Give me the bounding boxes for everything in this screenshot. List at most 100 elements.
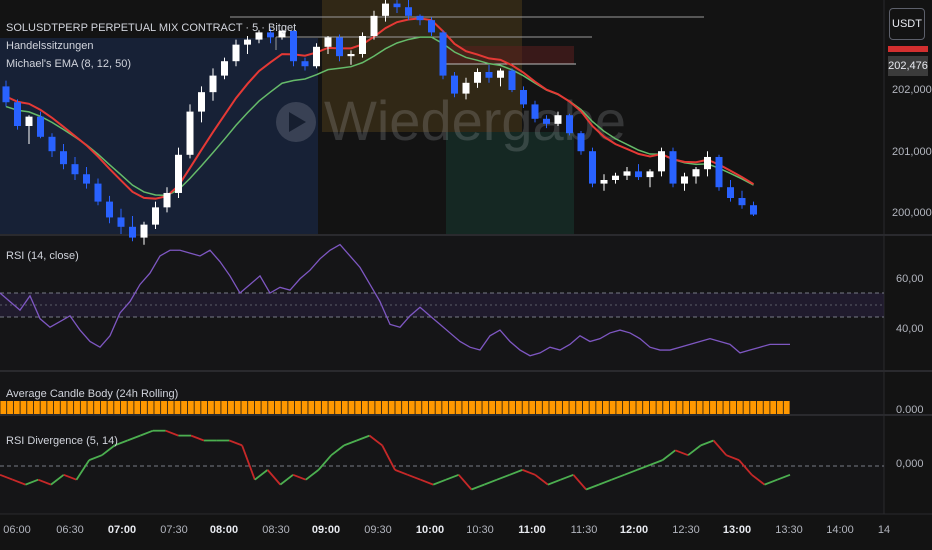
time-label: 06:30 bbox=[56, 524, 84, 536]
acb-bar bbox=[723, 401, 730, 414]
acb-bar bbox=[415, 401, 422, 414]
rsi-tick-60: 60,00 bbox=[896, 273, 924, 285]
acb-bar bbox=[47, 401, 54, 414]
acb-bar bbox=[689, 401, 696, 414]
acb-bar bbox=[455, 401, 462, 414]
acb-bar bbox=[569, 401, 576, 414]
acb-bar bbox=[181, 401, 188, 414]
acb-bar bbox=[542, 401, 549, 414]
candle-body bbox=[393, 3, 401, 8]
acb-bar bbox=[589, 401, 596, 414]
candle-body bbox=[290, 30, 297, 62]
time-label: 09:00 bbox=[311, 524, 341, 536]
candle-body bbox=[186, 111, 194, 155]
candle bbox=[451, 72, 458, 98]
candle-body bbox=[692, 169, 700, 177]
acb-bar bbox=[248, 401, 255, 414]
acb-bar bbox=[475, 401, 482, 414]
rsi-title[interactable]: RSI (14, close) bbox=[6, 250, 79, 262]
price-tick-2: 201,000 bbox=[892, 146, 932, 158]
acb-bar bbox=[716, 401, 723, 414]
acb-bar bbox=[669, 401, 676, 414]
candle-body bbox=[439, 32, 447, 76]
acb-bar bbox=[261, 401, 268, 414]
acb-bar bbox=[375, 401, 382, 414]
candle-body bbox=[566, 115, 573, 134]
acb-bar bbox=[636, 401, 643, 414]
candle-body bbox=[301, 61, 309, 67]
candle-body bbox=[600, 180, 608, 184]
acb-bar bbox=[663, 401, 670, 414]
acb-bar bbox=[120, 401, 127, 414]
acb-bar bbox=[80, 401, 87, 414]
indicator-ema-label[interactable]: Michael's EMA (8, 12, 50) bbox=[6, 58, 131, 70]
acb-bar bbox=[448, 401, 455, 414]
acb-bar bbox=[301, 401, 308, 414]
candle bbox=[669, 147, 677, 188]
candle-body bbox=[497, 70, 504, 78]
candle-body bbox=[370, 15, 378, 36]
acb-bar bbox=[33, 401, 40, 414]
candle bbox=[359, 32, 366, 58]
time-label: 07:00 bbox=[107, 524, 137, 536]
candle bbox=[14, 99, 21, 130]
currency-button[interactable]: USDT bbox=[889, 8, 925, 40]
candle-body bbox=[727, 187, 734, 198]
candle-body bbox=[209, 75, 217, 93]
candle-body bbox=[635, 171, 642, 178]
acb-bar bbox=[582, 401, 589, 414]
div-title[interactable]: RSI Divergence (5, 14) bbox=[6, 435, 118, 447]
time-label: 14 bbox=[877, 524, 891, 536]
candle-body bbox=[347, 54, 355, 57]
acb-bar bbox=[783, 401, 790, 414]
acb-bar bbox=[281, 401, 288, 414]
acb-bar bbox=[469, 401, 475, 414]
rsi-tick-40: 40,00 bbox=[896, 323, 924, 335]
time-label: 10:30 bbox=[466, 524, 494, 536]
candle-body bbox=[152, 207, 159, 225]
time-label: 12:00 bbox=[619, 524, 649, 536]
acb-bar bbox=[502, 401, 509, 414]
candle-body bbox=[474, 72, 481, 83]
candle-body bbox=[163, 192, 171, 208]
acb-bar bbox=[335, 401, 342, 414]
chart-canvas[interactable]: Wiedergabe bbox=[0, 0, 932, 550]
acb-bar bbox=[623, 401, 629, 414]
acb-bar bbox=[495, 401, 502, 414]
time-label: 06:00 bbox=[3, 524, 31, 536]
time-label: 07:30 bbox=[160, 524, 188, 536]
indicator-sessions-label[interactable]: Handelssitzungen bbox=[6, 40, 93, 52]
candle-body bbox=[221, 61, 228, 76]
acb-bar bbox=[140, 401, 147, 414]
acb-bar bbox=[87, 401, 94, 414]
acb-bar bbox=[428, 401, 435, 414]
acb-bar bbox=[489, 401, 496, 414]
time-label: 08:30 bbox=[262, 524, 290, 536]
acb-bar bbox=[0, 401, 7, 414]
acb-bar bbox=[355, 401, 362, 414]
acb-bar bbox=[649, 401, 656, 414]
acb-bar bbox=[770, 401, 777, 414]
acb-bar bbox=[515, 401, 522, 414]
acb-bar bbox=[348, 401, 355, 414]
candle bbox=[508, 68, 516, 93]
symbol-title[interactable]: SOLUSDTPERP PERPETUAL MIX CONTRACT · 5 ·… bbox=[6, 22, 296, 34]
candle-body bbox=[83, 174, 90, 184]
acb-title[interactable]: Average Candle Body (24h Rolling) bbox=[6, 388, 178, 400]
acb-bar bbox=[529, 401, 536, 414]
candle-body bbox=[140, 224, 148, 238]
candle-body bbox=[612, 175, 619, 180]
price-tick-1: 202,000 bbox=[892, 84, 932, 96]
acb-bar bbox=[361, 401, 368, 414]
candle-body bbox=[2, 86, 10, 103]
candle-body bbox=[485, 72, 493, 78]
time-label: 12:30 bbox=[672, 524, 700, 536]
acb-bar bbox=[556, 401, 562, 414]
candle-body bbox=[416, 15, 424, 21]
candle-body bbox=[623, 171, 631, 176]
acb-bar bbox=[294, 401, 301, 414]
acb-bar bbox=[402, 401, 408, 414]
acb-bar bbox=[535, 401, 542, 414]
acb-bar bbox=[241, 401, 248, 414]
acb-bar bbox=[576, 401, 583, 414]
